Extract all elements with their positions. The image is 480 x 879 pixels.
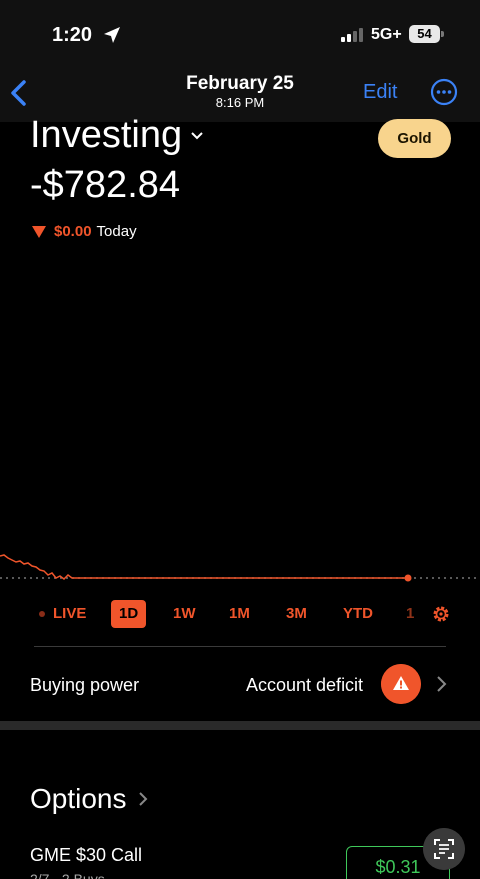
chevron-down-icon	[191, 131, 203, 139]
option-name[interactable]: GME $30 Call	[30, 845, 142, 866]
edit-button[interactable]: Edit	[363, 81, 397, 104]
change-amount: $0.00	[54, 223, 92, 240]
options-title: Options	[30, 783, 127, 814]
range-1d[interactable]: 1D	[111, 600, 147, 628]
daily-change: $0.00 Today	[32, 223, 137, 240]
location-arrow-icon	[104, 27, 120, 43]
gear-icon[interactable]	[431, 604, 451, 624]
change-period: Today	[96, 223, 137, 240]
section-separator	[0, 721, 480, 730]
options-section-header[interactable]: Options	[30, 783, 149, 815]
page-title: Investing	[30, 114, 183, 156]
option-details: 2/7 · 2 Buys	[30, 871, 105, 879]
range-1m[interactable]: 1M	[229, 600, 250, 628]
divider	[34, 646, 446, 647]
range-3m[interactable]: 3M	[286, 600, 307, 628]
battery-icon: 54	[409, 25, 444, 43]
gold-button[interactable]: Gold	[378, 119, 451, 158]
status-time: 1:20	[52, 24, 93, 46]
price-line	[0, 554, 408, 580]
range-ytd[interactable]: YTD	[343, 600, 373, 628]
chevron-right-icon[interactable]	[434, 674, 448, 694]
live-indicator-dot	[39, 611, 45, 617]
range-1w[interactable]: 1W	[173, 600, 196, 628]
down-triangle-icon	[32, 225, 46, 238]
buying-power-value[interactable]: Account deficit	[246, 675, 363, 696]
current-point	[404, 574, 412, 582]
time-range-selector: LIVE 1D 1W 1M 3M YTD 1	[0, 600, 480, 628]
warning-icon[interactable]	[381, 664, 421, 704]
account-selector[interactable]: Investing	[30, 114, 204, 157]
range-1y[interactable]: 1	[406, 600, 414, 628]
portfolio-value: -$782.84	[30, 164, 181, 206]
portfolio-chart[interactable]	[0, 540, 480, 590]
scan-text-icon[interactable]	[423, 828, 465, 870]
network-type: 5G+	[371, 26, 402, 43]
status-bar: 1:20 5G+ 54	[0, 0, 480, 70]
chevron-right-icon	[138, 792, 147, 806]
cellular-signal-icon	[341, 28, 363, 42]
more-options-icon[interactable]	[430, 78, 458, 106]
nav-time: 8:16 PM	[215, 95, 265, 110]
buying-power-label[interactable]: Buying power	[30, 675, 139, 696]
nav-date: February 25	[186, 73, 294, 94]
range-live[interactable]: LIVE	[53, 600, 86, 628]
